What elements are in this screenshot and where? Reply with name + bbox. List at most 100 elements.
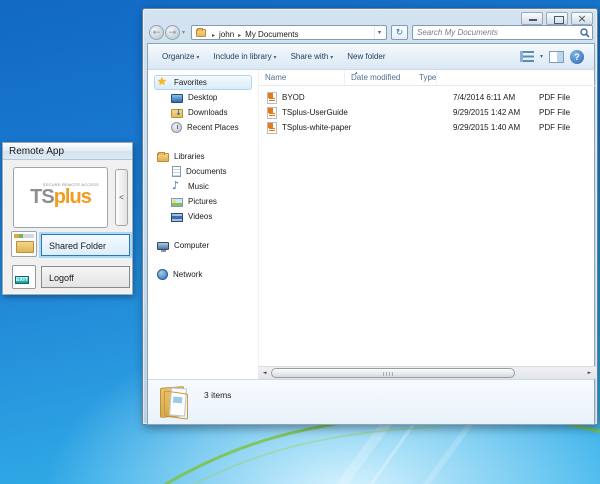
breadcrumb: johnMy Documents <box>208 24 299 42</box>
file-type: PDF File <box>533 123 593 132</box>
column-header[interactable]: Name <box>259 70 345 85</box>
sidebar-item[interactable]: Computer <box>154 238 252 253</box>
sidebar-item[interactable]: Recent Places <box>168 120 254 135</box>
back-button[interactable]: ← <box>149 25 164 40</box>
sidebar-item-label: Computer <box>174 241 209 250</box>
sidebar-item[interactable]: Videos <box>168 209 254 224</box>
address-bar[interactable]: johnMy Documents ▾ <box>191 25 387 40</box>
scroll-left-icon[interactable]: ◄ <box>258 367 271 379</box>
maximize-button[interactable] <box>546 12 568 25</box>
file-row[interactable]: TSplus-white-paper 9/29/2015 1:40 AM PDF… <box>259 120 596 135</box>
sidebar-item[interactable]: Libraries <box>154 149 252 164</box>
details-pane: 3 items <box>148 379 594 424</box>
sidebar-item-label: Pictures <box>188 197 217 206</box>
file-row[interactable]: TSplus-UserGuide 9/29/2015 1:42 AM PDF F… <box>259 105 596 120</box>
refresh-button[interactable]: ↻ <box>391 25 408 40</box>
breadcrumb-item[interactable]: My Documents <box>234 30 298 39</box>
toolbar-button[interactable]: Share with <box>291 52 334 61</box>
shared-folder-icon[interactable] <box>11 231 37 257</box>
sidebar-item-label: Documents <box>186 167 226 176</box>
sidebar-item-label: Libraries <box>174 152 205 161</box>
remote-app-titlebar[interactable]: Remote App <box>3 143 132 160</box>
file-name: BYOD <box>282 93 305 102</box>
sidebar-item-label: Favorites <box>174 78 207 87</box>
file-type: PDF File <box>533 93 593 102</box>
preview-pane-icon[interactable] <box>549 51 564 63</box>
file-list-pane: NameDate modifiedType BYOD 7/4/2014 6:11… <box>258 70 596 366</box>
logoff-button[interactable]: Logoff <box>41 266 130 288</box>
documents-icon <box>172 166 181 177</box>
change-view-icon[interactable] <box>520 51 534 62</box>
file-name: TSplus-UserGuide <box>282 108 348 117</box>
pdf-file-icon <box>267 107 277 119</box>
column-header[interactable]: Date modified <box>345 70 405 85</box>
file-date-modified: 9/29/2015 1:42 AM <box>447 108 533 117</box>
tsplus-logo: SECURE REMOTE ACCESS TSplus <box>13 167 108 228</box>
explorer-content-panel: Organize Include in library Share with New … <box>147 43 595 425</box>
file-type: PDF File <box>533 108 593 117</box>
file-rows: BYOD 7/4/2014 6:11 AM PDF File TSplus-Us… <box>259 90 596 135</box>
recent-places-icon <box>171 122 182 133</box>
history-dropdown-icon[interactable]: ▾ <box>182 29 185 36</box>
sidebar-item[interactable]: Network <box>154 267 252 282</box>
scrollbar-thumb[interactable] <box>271 368 515 378</box>
search-box <box>412 25 593 40</box>
folder-large-icon <box>158 384 194 420</box>
search-input[interactable] <box>413 27 578 38</box>
sidebar-item-label: Downloads <box>188 108 228 117</box>
help-icon[interactable]: ? <box>570 50 584 64</box>
address-dropdown-icon[interactable]: ▾ <box>374 26 384 39</box>
explorer-window: ← → ▾ johnMy Documents ▾ ↻ Organize Inclu… <box>142 8 598 425</box>
view-dropdown-icon[interactable]: ▾ <box>540 53 543 60</box>
file-row[interactable]: BYOD 7/4/2014 6:11 AM PDF File <box>259 90 596 105</box>
search-icon[interactable] <box>578 26 592 39</box>
file-date-modified: 7/4/2014 6:11 AM <box>447 93 533 102</box>
toolbar-right-icons: ▾ ? <box>520 50 584 64</box>
navigation-sidebar: Favorites Desktop Downloads Rece <box>148 70 258 366</box>
sidebar-item-label: Videos <box>188 212 212 221</box>
toolbar-button[interactable]: Organize <box>162 52 199 61</box>
column-headers: NameDate modifiedType <box>259 70 596 86</box>
sidebar-item-label: Network <box>173 270 202 279</box>
breadcrumb-item[interactable]: john <box>208 30 234 39</box>
collapse-button[interactable]: < <box>115 169 128 226</box>
sidebar-item[interactable]: Pictures <box>168 194 254 209</box>
close-button[interactable] <box>571 12 593 25</box>
scroll-right-icon[interactable]: ► <box>583 367 596 379</box>
column-header[interactable]: Type <box>405 70 437 85</box>
remote-app-window: Remote App SECURE REMOTE ACCESS TSplus <… <box>2 142 133 295</box>
desktop-icon <box>171 94 183 103</box>
music-icon <box>171 181 183 193</box>
sort-ascending-icon <box>355 70 358 76</box>
computer-icon <box>157 242 169 250</box>
videos-icon <box>171 213 183 222</box>
exit-icon[interactable]: EXIT <box>12 265 36 289</box>
sidebar-item-label: Desktop <box>188 93 217 102</box>
desktop: ← → ▾ johnMy Documents ▾ ↻ Organize Inclu… <box>0 0 600 484</box>
sidebar-item[interactable]: Documents <box>168 164 254 179</box>
items-count: 3 items <box>204 390 231 400</box>
libraries-icon <box>157 153 169 162</box>
window-controls <box>521 12 593 25</box>
file-date-modified: 9/29/2015 1:40 AM <box>447 123 533 132</box>
shared-folder-button[interactable]: Shared Folder <box>41 234 130 256</box>
command-toolbar: Organize Include in library Share with New … <box>148 44 594 70</box>
toolbar-button[interactable]: New folder <box>347 52 385 61</box>
sidebar-item[interactable]: Music <box>168 179 254 194</box>
star-icon <box>157 77 169 89</box>
downloads-icon <box>171 109 183 118</box>
pictures-icon <box>171 198 183 207</box>
network-icon <box>157 269 168 280</box>
pdf-file-icon <box>267 122 277 134</box>
sidebar-item[interactable]: Desktop <box>168 90 254 105</box>
logo-ts-text: TS <box>30 186 54 208</box>
toolbar-button[interactable]: Include in library <box>213 52 276 61</box>
horizontal-scrollbar[interactable]: ◄ ► <box>258 366 596 379</box>
sidebar-item-label: Music <box>188 182 209 191</box>
folder-icon <box>196 29 206 37</box>
forward-button[interactable]: → <box>165 25 180 40</box>
sidebar-item[interactable]: Favorites <box>154 75 252 90</box>
sidebar-item[interactable]: Downloads <box>168 105 254 120</box>
minimize-button[interactable] <box>521 12 543 25</box>
file-name: TSplus-white-paper <box>282 123 351 132</box>
